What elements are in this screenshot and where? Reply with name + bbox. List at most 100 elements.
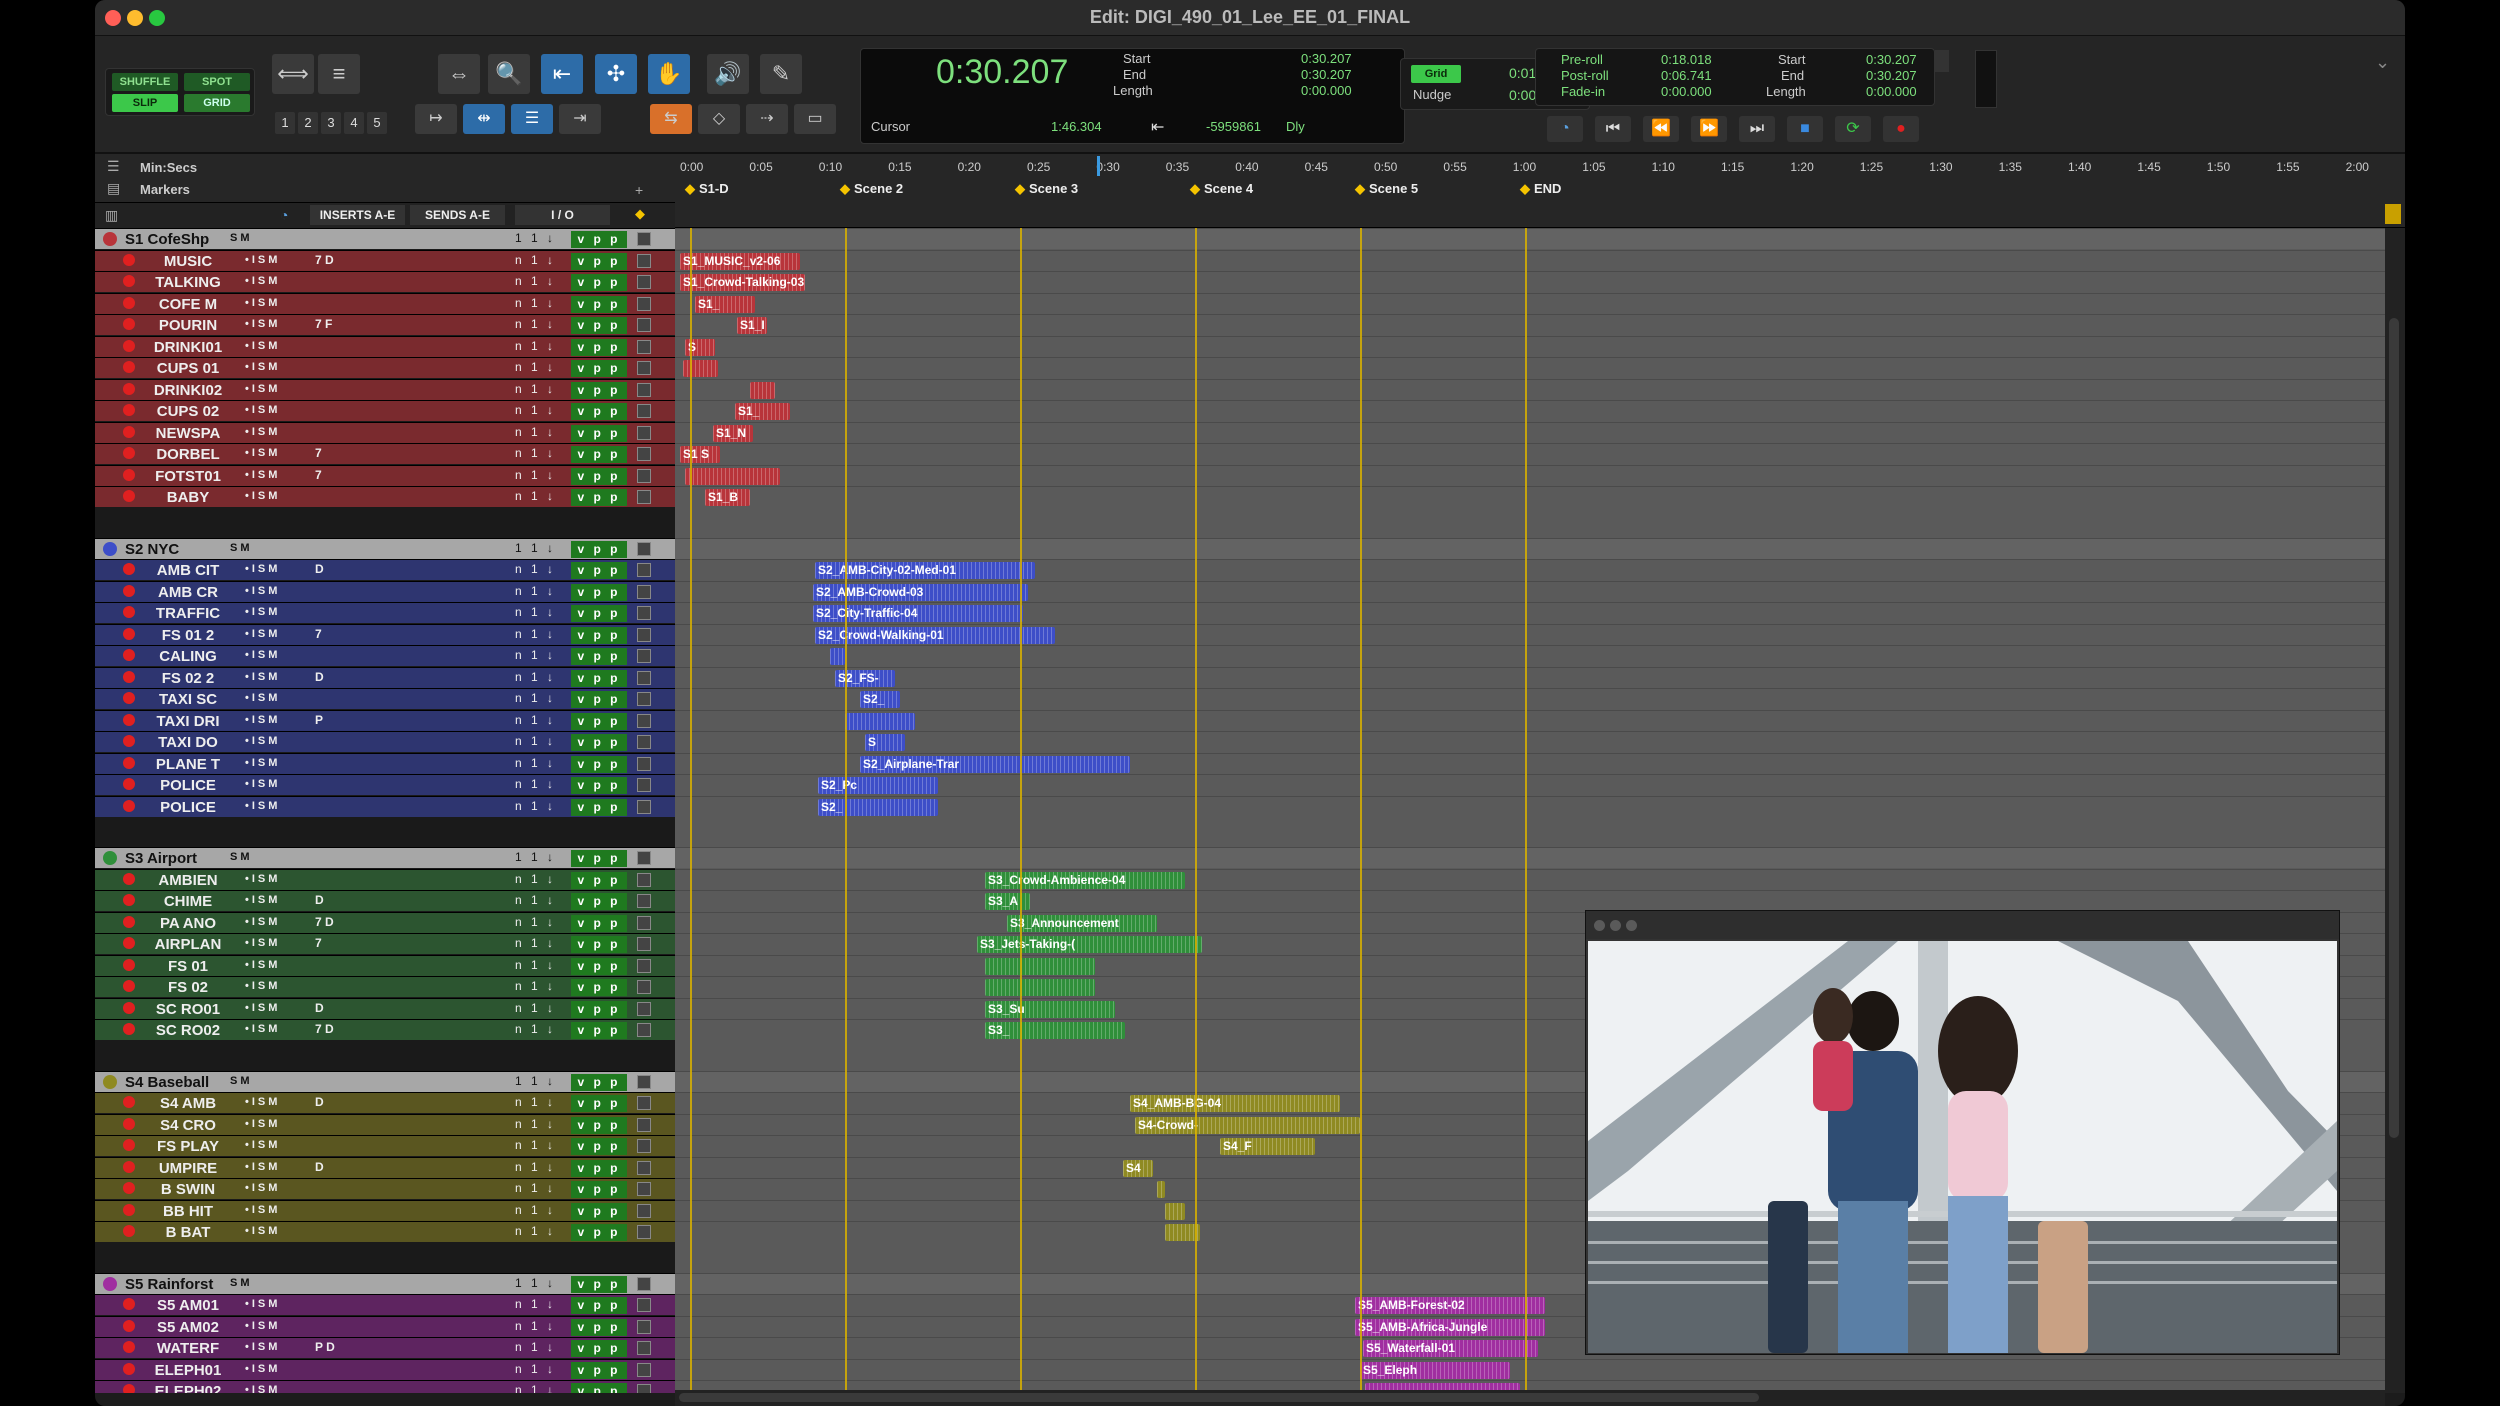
- tempo-icon[interactable]: ◔: [280, 207, 288, 223]
- tracklist-view-icon[interactable]: ▥: [105, 207, 118, 224]
- track-row[interactable]: B SWIN •ISM n 1 ↓ v p p: [95, 1178, 675, 1199]
- group-voice[interactable]: v p p: [571, 1073, 627, 1091]
- track-voice[interactable]: v p p: [571, 274, 627, 291]
- track-voice[interactable]: v p p: [571, 360, 627, 377]
- track-row[interactable]: TAXI SC •ISM n 1 ↓ v p p: [95, 688, 675, 709]
- track-name[interactable]: POLICE: [143, 777, 233, 794]
- track-solo-mute[interactable]: •ISM: [245, 585, 280, 597]
- track-voice[interactable]: v p p: [571, 777, 627, 794]
- track-voice[interactable]: v p p: [571, 446, 627, 463]
- track-comment-box[interactable]: [637, 1139, 651, 1153]
- track-row[interactable]: TAXI DO •ISM n 1 ↓ v p p: [95, 731, 675, 752]
- track-voice[interactable]: v p p: [571, 1383, 627, 1393]
- track-name[interactable]: DORBEL: [143, 446, 233, 463]
- record-enable-icon[interactable]: [123, 447, 135, 459]
- record-enable-icon[interactable]: [123, 937, 135, 949]
- audio-clip[interactable]: S3_Jets-Taking-(: [977, 936, 1202, 953]
- track-name[interactable]: S5 AM01: [143, 1297, 233, 1314]
- record-enable-icon[interactable]: [123, 1139, 135, 1151]
- audio-clip[interactable]: S1_Crowd-Talking-03: [680, 274, 805, 291]
- track-voice[interactable]: v p p: [571, 489, 627, 506]
- group-solo-mute[interactable]: SM: [230, 542, 253, 554]
- track-name[interactable]: FOTST01: [143, 468, 233, 485]
- track-io[interactable]: n 1 ↓: [515, 979, 556, 993]
- track-voice[interactable]: v p p: [571, 403, 627, 420]
- audio-clip[interactable]: S5_Waterfall-01: [1363, 1340, 1538, 1357]
- track-solo-mute[interactable]: •ISM: [245, 980, 280, 992]
- audio-clip[interactable]: S1_B: [705, 489, 750, 506]
- track-comment-box[interactable]: [637, 1319, 651, 1334]
- track-io[interactable]: n 1 ↓: [515, 1203, 556, 1217]
- track-solo-mute[interactable]: •ISM: [245, 563, 280, 575]
- track-comment-box[interactable]: [637, 735, 651, 749]
- track-name[interactable]: AIRPLAN: [143, 936, 233, 953]
- track-name[interactable]: S5 AM02: [143, 1319, 233, 1336]
- track-comment-box[interactable]: [637, 894, 651, 908]
- track-voice[interactable]: v p p: [571, 1340, 627, 1357]
- track-inserts[interactable]: 7: [315, 446, 322, 460]
- pencil-tool-icon[interactable]: ✎: [760, 54, 802, 94]
- record-enable-icon[interactable]: [123, 872, 135, 885]
- record-enable-icon[interactable]: [123, 980, 135, 992]
- audio-clip[interactable]: [985, 979, 1095, 996]
- track-voice[interactable]: v p p: [571, 712, 627, 730]
- sends-column-header[interactable]: SENDS A-E: [410, 205, 505, 225]
- track-solo-mute[interactable]: •ISM: [245, 469, 280, 481]
- group-name[interactable]: S5 Rainforst: [125, 1276, 213, 1293]
- group-voice[interactable]: v p p: [571, 540, 627, 558]
- track-comment-box[interactable]: [637, 490, 651, 504]
- stop-icon[interactable]: ■: [1787, 116, 1823, 142]
- track-io[interactable]: n 1 ↓: [515, 691, 556, 705]
- track-comment-box[interactable]: [637, 404, 651, 418]
- track-name[interactable]: CALING: [143, 648, 233, 665]
- track-comment-box[interactable]: [637, 318, 651, 332]
- spot-mode-button[interactable]: SPOT: [184, 73, 250, 91]
- track-io[interactable]: n 1 ↓: [515, 1160, 556, 1174]
- zoom-preset-5[interactable]: 5: [367, 112, 387, 134]
- group-io[interactable]: 1 1 ↓: [515, 231, 556, 245]
- track-io[interactable]: n 1 ↓: [515, 777, 556, 791]
- loop-play-icon[interactable]: ⟳: [1835, 116, 1871, 142]
- track-solo-mute[interactable]: •ISM: [245, 1139, 280, 1151]
- track-io[interactable]: n 1 ↓: [515, 1117, 556, 1131]
- group-header[interactable]: S3 Airport SM 1 1 ↓ v p p: [95, 847, 675, 868]
- track-solo-mute[interactable]: •ISM: [245, 1225, 280, 1237]
- vertical-scroll-thumb[interactable]: [2389, 318, 2399, 1138]
- track-name[interactable]: BABY: [143, 489, 233, 506]
- track-row[interactable]: DORBEL •ISM 7 n 1 ↓ v p p: [95, 443, 675, 464]
- track-row[interactable]: CUPS 01 •ISM n 1 ↓ v p p: [95, 357, 675, 378]
- audio-clip[interactable]: S4_F: [1220, 1138, 1315, 1155]
- audio-clip[interactable]: S1_: [695, 295, 755, 313]
- group-io[interactable]: 1 1 ↓: [515, 850, 556, 864]
- track-solo-mute[interactable]: •ISM: [245, 297, 280, 309]
- go-to-end-icon[interactable]: ⏭: [1739, 116, 1775, 142]
- group-solo-mute[interactable]: SM: [230, 851, 253, 863]
- track-voice[interactable]: v p p: [571, 914, 627, 932]
- track-io[interactable]: n 1 ↓: [515, 648, 556, 662]
- group-name[interactable]: S4 Baseball: [125, 1074, 209, 1091]
- record-enable-icon[interactable]: [123, 713, 135, 726]
- grid-mode-button[interactable]: GRID: [184, 94, 250, 112]
- track-row[interactable]: AMBIEN •ISM n 1 ↓ v p p: [95, 868, 675, 890]
- track-io[interactable]: n 1 ↓: [515, 872, 556, 886]
- audio-clip[interactable]: S2_Pc: [818, 777, 938, 794]
- track-solo-mute[interactable]: •ISM: [245, 714, 280, 726]
- record-enable-icon[interactable]: [123, 1298, 135, 1310]
- audio-clip[interactable]: S3_Su: [985, 1000, 1115, 1018]
- record-enable-icon[interactable]: [123, 606, 135, 618]
- ruler-view-icon[interactable]: ☰: [107, 158, 120, 175]
- main-counter-value[interactable]: 0:30.207: [936, 53, 1068, 92]
- horizontal-scrollbar[interactable]: [675, 1390, 2385, 1406]
- track-comment-box[interactable]: [637, 339, 651, 354]
- record-enable-icon[interactable]: [123, 1362, 135, 1375]
- zoom-preset-3[interactable]: 3: [321, 112, 341, 134]
- track-inserts[interactable]: D: [315, 1001, 324, 1015]
- track-name[interactable]: SC RO02: [143, 1022, 233, 1039]
- track-name[interactable]: MUSIC: [143, 253, 233, 270]
- record-enable-icon[interactable]: [123, 296, 135, 309]
- track-voice[interactable]: v p p: [571, 669, 627, 687]
- track-io[interactable]: n 1 ↓: [515, 893, 556, 907]
- track-solo-mute[interactable]: •ISM: [245, 1002, 280, 1014]
- track-row[interactable]: ELEPH02 •ISM n 1 ↓ v p p: [95, 1380, 675, 1393]
- audio-clip[interactable]: S4-Crowd-: [1135, 1116, 1360, 1134]
